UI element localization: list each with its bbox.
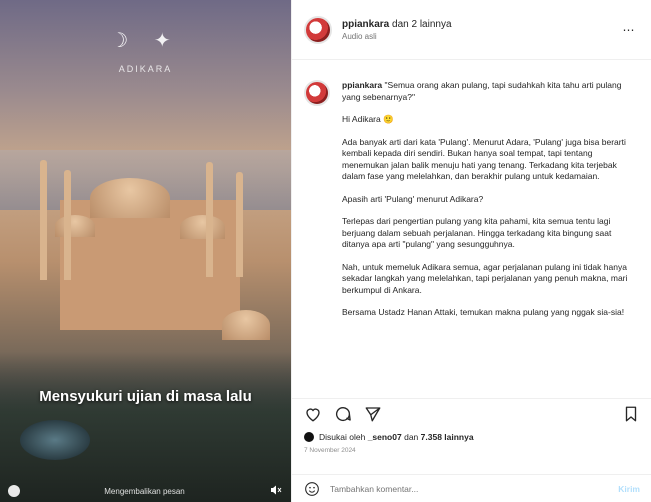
- bookmark-icon[interactable]: [622, 405, 640, 423]
- add-comment-bar: Kirim: [292, 474, 651, 502]
- more-options-icon[interactable]: ⋯: [619, 23, 639, 37]
- send-icon[interactable]: [364, 405, 382, 423]
- heart-icon[interactable]: [304, 405, 322, 423]
- caption-paragraph: Bersama Ustadz Hanan Attaki, temukan mak…: [342, 307, 625, 317]
- comment-icon[interactable]: [334, 405, 352, 423]
- liker-username[interactable]: _seno07: [368, 432, 402, 442]
- action-bar: [292, 398, 651, 428]
- post-date[interactable]: 7 November 2024: [304, 447, 356, 454]
- mute-icon[interactable]: [269, 485, 283, 497]
- caption-first-line: "Semua orang akan pulang, tapi sudahkah …: [342, 80, 622, 102]
- avatar[interactable]: [304, 15, 332, 44]
- minaret: [64, 170, 71, 280]
- side-dome: [180, 215, 225, 239]
- emoji-icon[interactable]: [304, 481, 320, 497]
- caption-paragraph: Apasih arti 'Pulang' menurut Adikara?: [342, 193, 484, 204]
- audio-line[interactable]: Audio asli: [342, 32, 619, 41]
- user-tag-icon[interactable]: [8, 485, 20, 497]
- media-logo-sub: ADIKARA: [118, 64, 173, 74]
- minaret: [236, 172, 243, 277]
- likes-middle: dan: [404, 432, 419, 442]
- audio-label[interactable]: Mengembalikan pesan: [104, 487, 185, 496]
- likes-count[interactable]: 7.358 lainnya: [421, 432, 474, 442]
- main-dome: [90, 178, 170, 218]
- media-bottom-bar: Mengembalikan pesan: [0, 480, 291, 502]
- caption-greeting: Hi Adikara 🙂: [342, 114, 394, 124]
- reel-media[interactable]: ☽ ✦ ADIKARA Mensyukuri ujian di masa lal…: [0, 0, 291, 502]
- minaret: [206, 162, 213, 277]
- avatar[interactable]: [304, 80, 330, 106]
- liker-avatar[interactable]: [304, 432, 314, 442]
- small-dome: [222, 310, 270, 340]
- author-line: ppiankara dan 2 lainnya: [342, 19, 619, 30]
- likes-line: Disukai oleh _seno07 dan 7.358 lainnya: [304, 432, 474, 442]
- collab-text[interactable]: dan 2 lainnya: [392, 19, 452, 30]
- post-panel: ppiankara dan 2 lainnya Audio asli ⋯ ppi…: [291, 0, 651, 502]
- caption-paragraph: Ada banyak arti dari kata 'Pulang'. Menu…: [342, 136, 626, 182]
- media-logo: ☽ ✦: [110, 30, 181, 52]
- side-dome: [55, 215, 95, 237]
- comment-input[interactable]: [330, 483, 619, 494]
- caption-paragraph: Terlepas dari pengertian pulang yang kit…: [342, 216, 612, 249]
- caption-username[interactable]: ppiankara: [342, 80, 382, 90]
- caption-section: ppiankara "Semua orang akan pulang, tapi…: [292, 60, 651, 398]
- media-caption: Mensyukuri ujian di masa lalu: [39, 388, 252, 405]
- minaret: [40, 160, 47, 280]
- post-header: ppiankara dan 2 lainnya Audio asli ⋯: [292, 0, 651, 60]
- post-comment-button[interactable]: Kirim: [618, 484, 640, 494]
- fountain: [20, 420, 90, 460]
- author-username[interactable]: ppiankara: [342, 19, 389, 30]
- caption-paragraph: Nah, untuk memeluk Adikara semua, agar p…: [342, 261, 628, 295]
- likes-prefix: Disukai oleh: [319, 432, 366, 442]
